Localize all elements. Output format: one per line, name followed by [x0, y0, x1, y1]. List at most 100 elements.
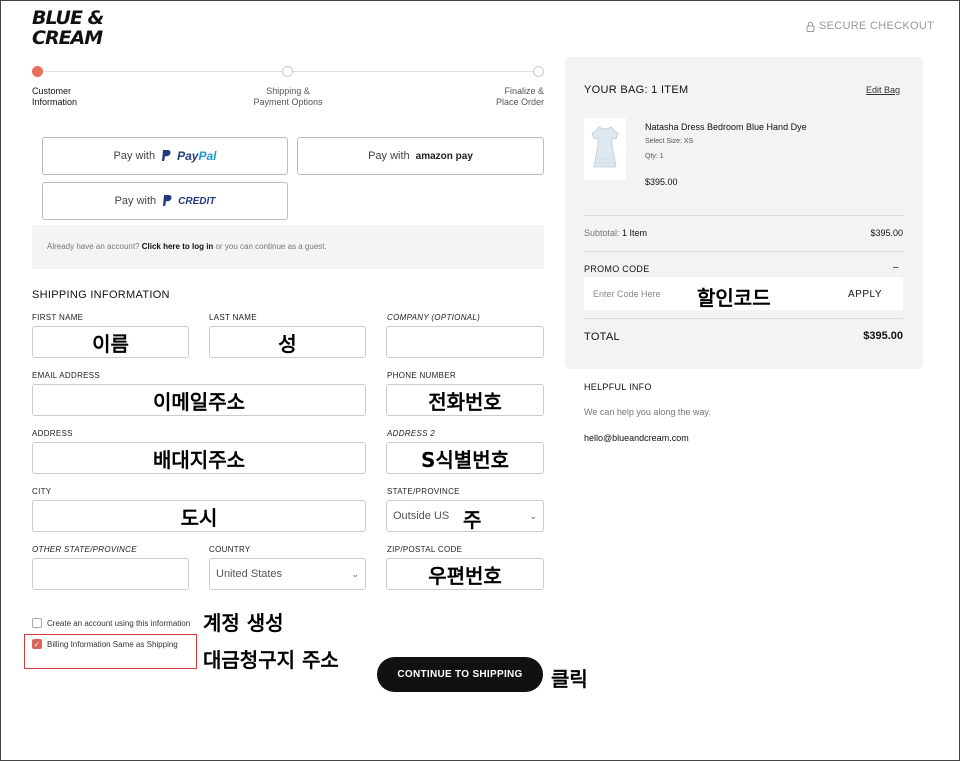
step-shipping[interactable]: Shipping & Payment Options: [238, 86, 338, 108]
item-price: $395.00: [645, 177, 678, 187]
dress-icon: [591, 126, 619, 168]
subtotal-label: Subtotal: 1 Item: [584, 228, 647, 238]
paypal-credit-wordmark: CREDIT: [178, 196, 215, 207]
brand-logo[interactable]: BLUE & CREAM: [32, 8, 104, 49]
zip-annotation: 우편번호: [428, 563, 502, 588]
total-value: $395.00: [863, 330, 903, 342]
promo-code-label: PROMO CODE: [584, 264, 650, 274]
secure-checkout: SECURE CHECKOUT: [806, 20, 934, 32]
email-field[interactable]: 이메일주소: [32, 384, 366, 416]
city-field[interactable]: 도시: [32, 500, 366, 532]
login-link[interactable]: Click here to log in: [142, 242, 214, 251]
paypal-icon: [162, 150, 171, 161]
support-email-link[interactable]: hello@blueandcream.com: [584, 433, 689, 443]
address-field[interactable]: 배대지주소: [32, 442, 366, 474]
step-finalize[interactable]: Finalize & Place Order: [444, 86, 544, 108]
paypal-button[interactable]: Pay with PayPal: [42, 137, 288, 175]
guest-prefix: Already have an account?: [47, 242, 142, 251]
promo-collapse-toggle[interactable]: –: [893, 262, 899, 273]
subtotal-value: $395.00: [870, 228, 903, 238]
helpful-info-title: HELPFUL INFO: [584, 382, 652, 392]
address2-field[interactable]: S식별번호: [386, 442, 544, 474]
step-customer-line1: Customer: [32, 86, 72, 96]
billing-annotation: 대금청구지 주소: [203, 648, 339, 672]
address-annotation: 배대지주소: [153, 447, 245, 472]
summary-divider: [584, 318, 903, 319]
step-finalize-line2: Place Order: [495, 97, 544, 107]
subtotal-count: 1 Item: [622, 228, 648, 238]
helpful-info-desc: We can help you along the way.: [584, 407, 711, 417]
paypal-word-a: Pay: [177, 149, 199, 163]
last-name-annotation: 성: [278, 331, 297, 356]
paypal-credit-button[interactable]: Pay with CREDIT: [42, 182, 288, 220]
step-customer[interactable]: Customer Information: [32, 86, 77, 108]
phone-field[interactable]: 전화번호: [386, 384, 544, 416]
subtotal-prefix: Subtotal:: [584, 228, 620, 238]
promo-annotation: 할인코드: [697, 286, 771, 310]
address2-annotation: S식별번호: [420, 447, 509, 472]
order-summary-panel: [565, 57, 923, 369]
create-account-checkbox[interactable]: [32, 618, 42, 628]
company-label: COMPANY (OPTIONAL): [387, 313, 481, 322]
country-select[interactable]: United States ⌄: [209, 558, 366, 590]
pay-with-label: Pay with: [368, 150, 410, 162]
first-name-field[interactable]: 이름: [32, 326, 189, 358]
city-label: CITY: [32, 487, 52, 496]
state-label: STATE/PROVINCE: [387, 487, 460, 496]
summary-divider: [584, 251, 903, 252]
summary-divider: [584, 215, 903, 216]
chevron-down-icon: ⌄: [529, 510, 537, 521]
item-name[interactable]: Natasha Dress Bedroom Blue Hand Dye: [645, 122, 807, 132]
lock-icon: [806, 21, 815, 32]
step-shipping-line1: Shipping &: [266, 86, 310, 96]
pay-with-label: Pay with: [113, 150, 156, 162]
promo-placeholder: Enter Code Here: [593, 289, 661, 299]
step-finalize-line1: Finalize &: [504, 86, 544, 96]
guest-login-box: Already have an account? Click here to l…: [32, 225, 544, 269]
paypal-word-b: Pal: [198, 149, 217, 163]
continue-to-shipping-button[interactable]: CONTINUE TO SHIPPING: [377, 657, 543, 692]
step-shipping-line2: Payment Options: [253, 97, 323, 107]
step-dot-shipping: [282, 66, 293, 77]
phone-label: PHONE NUMBER: [387, 371, 456, 380]
create-account-annotation: 계정 생성: [203, 611, 284, 635]
product-thumbnail[interactable]: [584, 118, 626, 180]
bag-title: YOUR BAG: 1 ITEM: [584, 84, 689, 96]
address-label: ADDRESS: [32, 429, 73, 438]
apply-promo-button[interactable]: APPLY: [848, 289, 882, 300]
zip-field[interactable]: 우편번호: [386, 558, 544, 590]
brand-line-2: CREAM: [32, 27, 103, 49]
state-value: Outside US: [393, 510, 450, 522]
country-label: COUNTRY: [209, 545, 251, 554]
state-annotation: 주: [463, 508, 482, 532]
item-size: Select Size: XS: [645, 138, 694, 145]
pay-with-label: Pay with: [114, 195, 157, 207]
billing-highlight-box: [24, 634, 197, 669]
amazon-pay-logo: amazon pay: [415, 150, 473, 162]
zip-label: ZIP/POSTAL CODE: [387, 545, 463, 554]
step-customer-line2: Information: [32, 97, 78, 107]
credit-word: CREDIT: [178, 195, 216, 207]
first-name-annotation: 이름: [92, 331, 129, 356]
email-label: EMAIL ADDRESS: [32, 371, 101, 380]
shipping-info-title: SHIPPING INFORMATION: [32, 289, 170, 301]
last-name-field[interactable]: 성: [209, 326, 366, 358]
email-annotation: 이메일주소: [153, 389, 245, 414]
guest-suffix: or you can continue as a guest.: [213, 242, 327, 251]
company-field[interactable]: [386, 326, 544, 358]
total-label: TOTAL: [584, 331, 620, 343]
last-name-label: LAST NAME: [209, 313, 257, 322]
other-state-field[interactable]: [32, 558, 189, 590]
address2-label: ADDRESS 2: [387, 429, 436, 438]
secure-checkout-label: SECURE CHECKOUT: [819, 20, 935, 32]
paypal-icon: [163, 195, 172, 206]
city-annotation: 도시: [180, 505, 218, 530]
chevron-down-icon: ⌄: [351, 568, 359, 579]
click-annotation: 클릭: [551, 667, 588, 691]
phone-annotation: 전화번호: [428, 389, 502, 414]
edit-bag-link[interactable]: Edit Bag: [866, 85, 900, 95]
create-account-label[interactable]: Create an account using this information: [47, 619, 190, 628]
amazon-pay-button[interactable]: Pay with amazon pay: [297, 137, 544, 175]
step-dot-finalize: [533, 66, 544, 77]
continue-button-label: CONTINUE TO SHIPPING: [397, 669, 523, 680]
